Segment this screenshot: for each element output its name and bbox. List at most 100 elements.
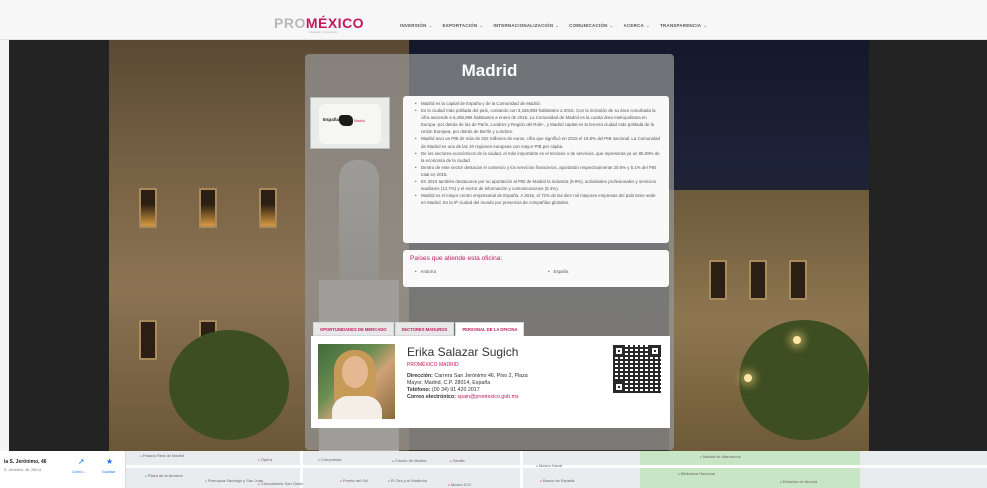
tab-personal[interactable]: PERSONAL DE LA OFICINA (455, 322, 525, 336)
street-lamp (793, 336, 801, 344)
map-city-label: Madrid (354, 119, 365, 123)
office-title: Madrid (461, 61, 518, 80)
nav-item-acerca[interactable]: ACERCA ⌄ (624, 23, 650, 29)
map-poi[interactable]: Corrymedia (318, 457, 342, 462)
main-nav: INVERSIÓN ⌄ EXPORTACIÓN ⌄ INTERNACIONALIZA… (400, 23, 707, 29)
chevron-down-icon: ⌄ (479, 23, 484, 28)
info-bullet: En 2015 también destacaron por su aporta… (415, 178, 661, 192)
logo-mexico-text: MÉXICO (305, 15, 365, 31)
info-bullet: Es la ciudad más poblada del país, conta… (415, 107, 661, 135)
map-poi[interactable]: Madrid de Marruecos (700, 454, 741, 459)
nav-item-comunicacion[interactable]: COMUNICACIÓN ⌄ (569, 23, 613, 29)
countries-box: Países que atiende esta oficina: Andorra… (403, 250, 669, 287)
map-road (520, 451, 523, 488)
map-poi[interactable]: Puerta del Sol (340, 478, 368, 483)
map-poi[interactable]: Parroquia Santiago y San Juan (205, 478, 263, 483)
email-label: Correo electrónico: (407, 394, 456, 400)
spain-highlight (339, 115, 353, 126)
chevron-down-icon: ⌄ (428, 23, 433, 28)
nav-item-inversion[interactable]: INVERSIÓN ⌄ (400, 23, 433, 29)
window (139, 320, 157, 360)
contact-address-line-1: Dirección: Carrera San Jerónimo 46, Piso… (407, 373, 528, 380)
map-address: la S. Jerónimo, 46 (4, 459, 47, 465)
hero-side-right (869, 40, 987, 451)
nav-label: INVERSIÓN (400, 23, 427, 28)
avatar (318, 344, 395, 419)
window (139, 188, 157, 228)
country-item: España (548, 269, 569, 274)
window (259, 188, 277, 228)
contact-phone: Teléfono: (00 34) 91 420 2017 (407, 387, 480, 394)
chevron-down-icon: ⌄ (645, 23, 650, 28)
map-poi[interactable]: Chocolatería San Ginés (258, 481, 303, 486)
hero-side-left (9, 40, 109, 451)
embedded-map[interactable]: Palacio Real de Madrid Plaza de la Armer… (0, 451, 987, 488)
logo-subtitle: Inversión y Comercio (309, 30, 338, 34)
avatar-face (342, 356, 368, 388)
qr-corner (649, 345, 661, 357)
nav-item-exportacion[interactable]: EXPORTACIÓN ⌄ (443, 23, 484, 29)
chevron-down-icon: ⌄ (703, 23, 708, 28)
location-map-thumbnail: España Madrid (310, 97, 390, 149)
directions-label[interactable]: Cómo l... (72, 470, 86, 474)
chevron-down-icon: ⌄ (609, 23, 614, 28)
nav-item-internacionalizacion[interactable]: INTERNACIONALIZACIÓN ⌄ (493, 23, 559, 29)
map-poi[interactable]: Biblioteca Nacional (678, 471, 715, 476)
contact-office: PROMÉXICO MADRID (407, 362, 459, 368)
map-address-sub: S. Jerónimo, 46, 28014 (4, 468, 42, 472)
qr-code (613, 345, 661, 393)
phone-value: (00 34) 91 420 2017 (431, 387, 480, 393)
address-label: Dirección: (407, 373, 433, 379)
office-tabs: OPORTUNIDADES DE MERCADO SECTORES MADURO… (313, 322, 525, 336)
phone-label: Teléfono: (407, 387, 431, 393)
window (749, 260, 767, 300)
nav-label: TRANSPARENCIA (659, 23, 702, 28)
map-poi[interactable]: Estación de Atocha (780, 479, 817, 484)
contact-card: Erika Salazar Sugich PROMÉXICO MADRID Di… (311, 336, 670, 428)
tree (739, 320, 869, 440)
map-poi[interactable]: Plaza de la Armería (145, 473, 183, 478)
directions-icon[interactable]: ➚ (78, 457, 85, 466)
map-poi[interactable]: Círculo de Madrid (392, 458, 427, 463)
street-lamp (744, 374, 752, 382)
nav-item-transparencia[interactable]: TRANSPARENCIA ⌄ (660, 23, 707, 29)
map-country-label: España (323, 117, 340, 122)
nav-label: INTERNACIONALIZACIÓN (493, 23, 554, 28)
country-item: Andorra (415, 269, 437, 274)
chevron-down-icon: ⌄ (555, 23, 560, 28)
info-list: Madrid es la capital de España y de la C… (415, 100, 661, 206)
tab-sectores[interactable]: SECTORES MADUROS (394, 322, 455, 336)
qr-corner (613, 381, 625, 393)
map-poi[interactable]: Ópera (258, 457, 272, 462)
nav-label: EXPORTACIÓN (442, 23, 478, 28)
logo-pro-text: PRO (274, 15, 306, 31)
nav-label: COMUNICACIÓN (569, 23, 608, 28)
map-poi[interactable]: Palacio Real de Madrid (140, 453, 184, 458)
tab-oportunidades[interactable]: OPORTUNIDADES DE MERCADO (313, 322, 394, 336)
info-bullet: De los sectores económicos de la ciudad,… (415, 150, 661, 164)
email-link[interactable]: spain@promexico.gob.mx (457, 394, 518, 400)
top-navbar: PROMÉXICO Inversión y Comercio INVERSIÓN… (0, 0, 987, 40)
address-value-1: Carrera San Jerónimo 46, Piso 2, Plaza (434, 373, 528, 379)
contact-address-line-2: Mayor, Madrid, C.P. 28014, España (407, 380, 491, 386)
window (199, 188, 217, 228)
map-place-card: la S. Jerónimo, 46 S. Jerónimo, 46, 2801… (0, 451, 126, 488)
page: PROMÉXICO Inversión y Comercio INVERSIÓN… (0, 0, 987, 488)
info-bullet: Madrid es el mayor centro empresarial de… (415, 192, 661, 206)
map-poi[interactable]: El Oso y el Madroño (388, 478, 427, 483)
avatar-shirt (332, 396, 382, 419)
office-info-box: Madrid es la capital de España y de la C… (403, 96, 669, 243)
map-poi[interactable]: Banco de España (540, 478, 575, 483)
save-label[interactable]: Guardar (102, 470, 115, 474)
info-bullet: Dentro de este sector destacan el comerc… (415, 164, 661, 178)
tree (169, 330, 289, 440)
map-poi[interactable]: Museo ICO (448, 482, 471, 487)
star-icon[interactable]: ★ (106, 457, 113, 466)
promexico-logo[interactable]: PROMÉXICO (274, 15, 364, 31)
map-park (640, 451, 860, 488)
map-poi[interactable]: Museo Naval (536, 463, 562, 468)
map-poi[interactable]: Sevilla (450, 458, 465, 463)
info-bullet: Madrid es la capital de España y de la C… (415, 100, 661, 107)
contact-name: Erika Salazar Sugich (407, 345, 519, 359)
window (789, 260, 807, 300)
